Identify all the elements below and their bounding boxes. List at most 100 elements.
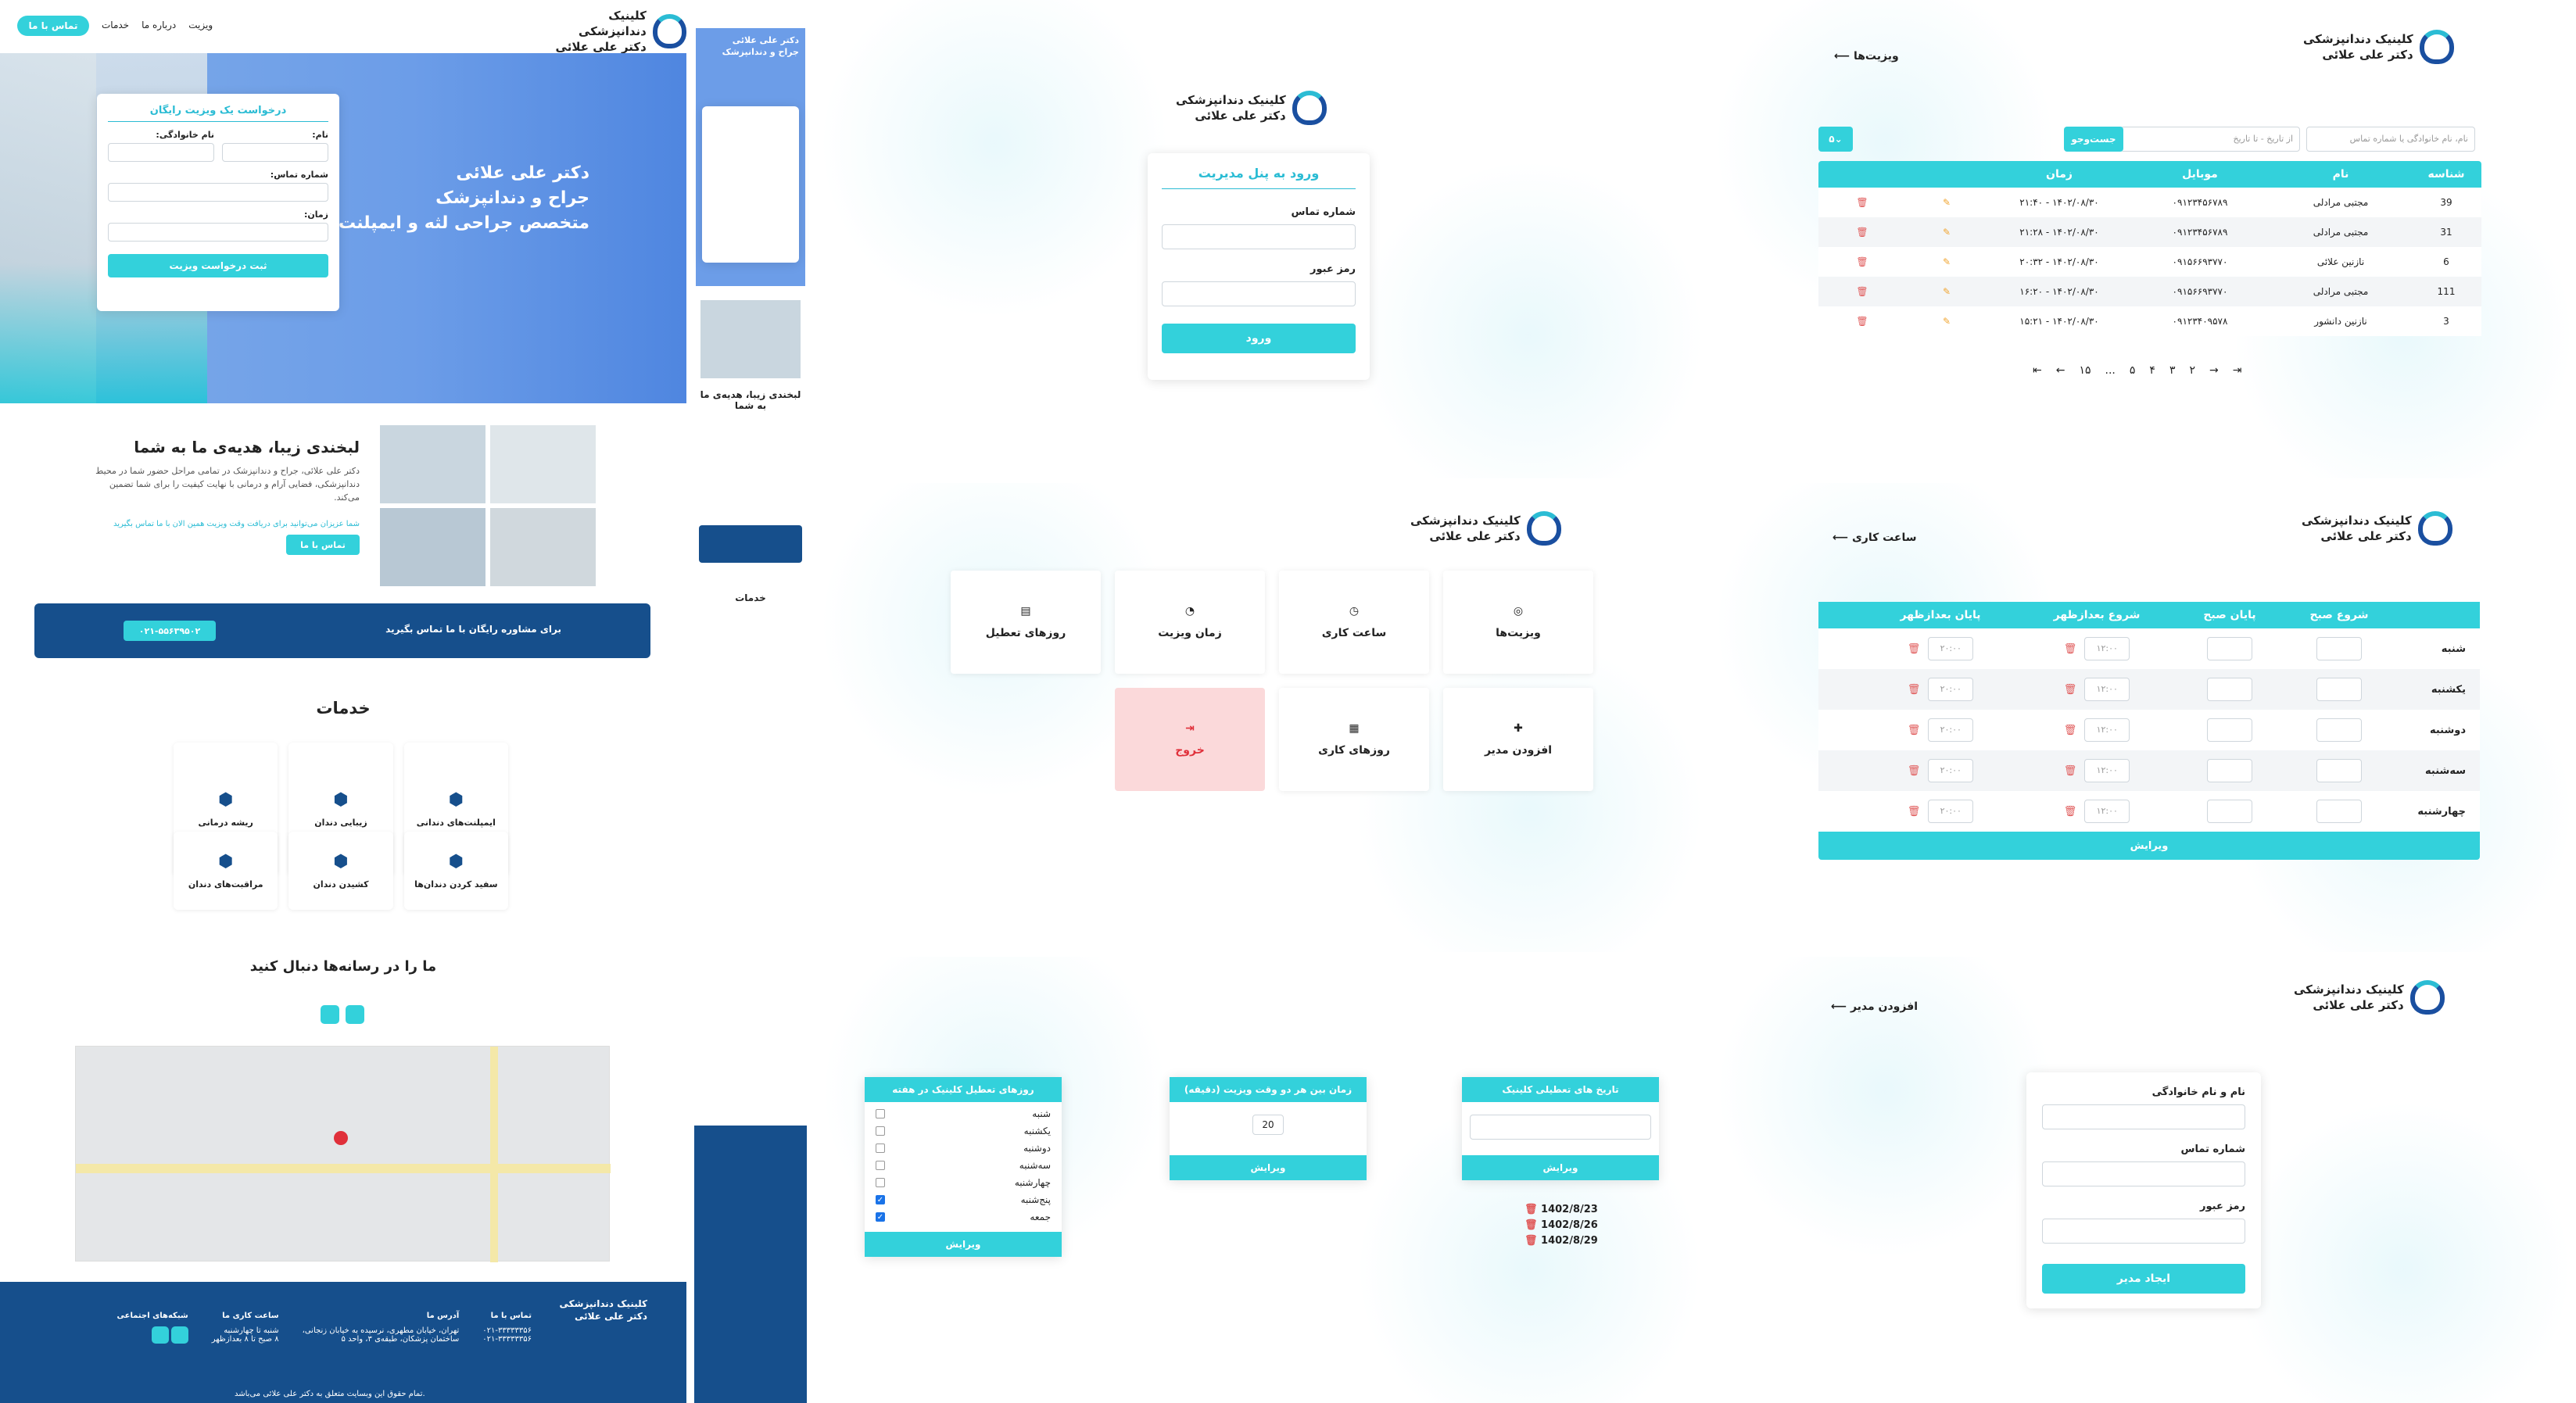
delete-icon[interactable]: 🗑 bbox=[1524, 1235, 1541, 1247]
time-input[interactable]: ۲۰:۰۰ bbox=[1928, 637, 1974, 660]
submit-visit-button[interactable]: ثبت درخواست ویزیت bbox=[108, 254, 328, 277]
back-link[interactable]: افزودن مدیر ⟵ bbox=[1831, 1000, 1918, 1013]
time-input[interactable] bbox=[2316, 637, 2362, 660]
page-link[interactable]: ۳ bbox=[2169, 364, 2176, 377]
weekday-option[interactable]: یکشنبه bbox=[876, 1122, 1051, 1140]
search-button[interactable]: جست‌وجو bbox=[2064, 127, 2123, 152]
checkbox[interactable] bbox=[876, 1178, 885, 1187]
delete-icon[interactable]: 🗑 bbox=[1908, 643, 1921, 655]
dashboard-tile[interactable]: ◷ ساعت کاری bbox=[1279, 571, 1429, 674]
checkbox[interactable] bbox=[876, 1126, 885, 1136]
whatsapp-icon[interactable] bbox=[321, 1005, 339, 1024]
time-input[interactable] bbox=[2207, 637, 2252, 660]
family-input[interactable] bbox=[108, 143, 214, 162]
dashboard-tile[interactable]: ▤ روزهای تعطیل bbox=[951, 571, 1101, 674]
password-input[interactable] bbox=[2042, 1219, 2245, 1244]
checkbox[interactable] bbox=[876, 1109, 885, 1118]
delete-icon[interactable]: 🗑 bbox=[1524, 1204, 1541, 1215]
phone-input[interactable] bbox=[1162, 224, 1356, 249]
delete-icon[interactable]: 🗑 bbox=[1908, 725, 1921, 736]
save-dates-button[interactable]: ویرایش bbox=[1462, 1155, 1659, 1180]
next-page-icon[interactable]: → bbox=[2209, 364, 2219, 377]
time-input[interactable] bbox=[2207, 800, 2252, 823]
time-input[interactable]: ۱۲:۰۰ bbox=[2084, 637, 2130, 660]
edit-icon[interactable]: ✎ bbox=[1904, 316, 1989, 327]
time-input[interactable] bbox=[2207, 678, 2252, 701]
last-page-icon[interactable]: ⇥ bbox=[2233, 364, 2242, 377]
dashboard-tile[interactable]: ✚ افزودن مدیر bbox=[1443, 688, 1593, 791]
delete-icon[interactable]: 🗑 bbox=[1820, 256, 1904, 267]
delete-icon[interactable]: 🗑 bbox=[1820, 286, 1904, 297]
instagram-icon[interactable] bbox=[346, 1005, 364, 1024]
login-button[interactable]: ورود bbox=[1162, 324, 1356, 353]
delete-icon[interactable]: 🗑 bbox=[2064, 806, 2077, 818]
dashboard-tile[interactable]: ◔ زمان ویزیت bbox=[1115, 571, 1265, 674]
service-card[interactable]: ⬢ کشیدن دندان bbox=[288, 832, 393, 910]
time-input[interactable]: ۲۰:۰۰ bbox=[1928, 678, 1974, 701]
consult-phone-button[interactable]: ۰۲۱-۵۵۶۳۹۵۰۲ bbox=[124, 621, 216, 641]
prev-page-icon[interactable]: ← bbox=[2056, 364, 2065, 377]
weekday-option[interactable]: سه‌شنبه bbox=[876, 1157, 1051, 1174]
time-input[interactable] bbox=[2316, 678, 2362, 701]
phone-input[interactable] bbox=[108, 183, 328, 202]
name-input[interactable] bbox=[222, 143, 328, 162]
location-map[interactable] bbox=[75, 1046, 611, 1262]
time-input[interactable] bbox=[108, 223, 328, 242]
time-input[interactable]: ۲۰:۰۰ bbox=[1928, 718, 1974, 742]
save-interval-button[interactable]: ویرایش bbox=[1170, 1155, 1367, 1180]
name-input[interactable] bbox=[2042, 1104, 2245, 1129]
first-page-icon[interactable]: ⇤ bbox=[2033, 364, 2042, 377]
delete-icon[interactable]: 🗑 bbox=[1820, 227, 1904, 238]
password-input[interactable] bbox=[1162, 281, 1356, 306]
delete-icon[interactable]: 🗑 bbox=[1820, 316, 1904, 327]
edit-icon[interactable]: ✎ bbox=[1904, 286, 1989, 297]
save-hours-button[interactable]: ویرایش bbox=[1818, 832, 2480, 860]
time-input[interactable] bbox=[2316, 718, 2362, 742]
checkbox[interactable] bbox=[876, 1144, 885, 1153]
time-input[interactable] bbox=[2207, 718, 2252, 742]
delete-icon[interactable]: 🗑 bbox=[2064, 725, 2077, 736]
checkbox[interactable]: ✓ bbox=[876, 1195, 885, 1204]
service-card[interactable]: ⬢ سفید کردن دندان‌ها bbox=[403, 832, 508, 910]
nav-item-services[interactable]: خدمات bbox=[102, 20, 129, 30]
per-page-select[interactable]: ۵ ⌄ bbox=[1818, 127, 1853, 152]
edit-icon[interactable]: ✎ bbox=[1904, 227, 1989, 238]
time-input[interactable]: ۱۲:۰۰ bbox=[2084, 759, 2130, 782]
edit-icon[interactable]: ✎ bbox=[1904, 256, 1989, 267]
time-input[interactable]: ۱۲:۰۰ bbox=[2084, 800, 2130, 823]
delete-icon[interactable]: 🗑 bbox=[1820, 197, 1904, 208]
time-input[interactable]: ۱۲:۰۰ bbox=[2084, 718, 2130, 742]
date-input[interactable] bbox=[1470, 1115, 1651, 1140]
delete-icon[interactable]: 🗑 bbox=[2064, 643, 2077, 655]
page-link[interactable]: ۵ bbox=[2130, 364, 2136, 377]
dashboard-tile[interactable]: ◎ ویزیت‌ها bbox=[1443, 571, 1593, 674]
time-input[interactable] bbox=[2207, 759, 2252, 782]
nav-item-visit[interactable]: ویزیت bbox=[188, 20, 213, 30]
nav-item-about[interactable]: درباره ما bbox=[142, 20, 176, 30]
weekday-option[interactable]: پنج‌شنبه ✓ bbox=[876, 1191, 1051, 1208]
page-link[interactable]: ۴ bbox=[2149, 364, 2155, 377]
delete-icon[interactable]: 🗑 bbox=[1524, 1219, 1541, 1231]
dashboard-tile[interactable]: ▦ روزهای کاری bbox=[1279, 688, 1429, 791]
phone-input[interactable] bbox=[2042, 1161, 2245, 1186]
call-button[interactable]: تماس با ما bbox=[286, 535, 360, 555]
time-input[interactable]: ۲۰:۰۰ bbox=[1928, 800, 1974, 823]
create-admin-button[interactable]: ایجاد مدیر bbox=[2042, 1264, 2245, 1294]
about-link[interactable]: شما عزیزان می‌توانید برای دریافت وقت ویز… bbox=[94, 520, 360, 528]
service-card[interactable]: ⬢ مراقبت‌های دندان bbox=[174, 832, 278, 910]
time-input[interactable]: ۲۰:۰۰ bbox=[1928, 759, 1974, 782]
page-link[interactable]: ۲ bbox=[2189, 364, 2195, 377]
search-input[interactable]: نام، نام خانوادگی یا شماره تماس bbox=[2306, 127, 2475, 152]
delete-icon[interactable]: 🗑 bbox=[2064, 765, 2077, 777]
time-input[interactable]: ۱۲:۰۰ bbox=[2084, 678, 2130, 701]
back-link[interactable]: ویزیت‌ها ⟵ bbox=[1834, 50, 1899, 63]
time-input[interactable] bbox=[2316, 800, 2362, 823]
back-link[interactable]: ساعت کاری ⟵ bbox=[1833, 531, 1917, 544]
save-weekdays-button[interactable]: ویرایش bbox=[865, 1232, 1062, 1257]
checkbox[interactable]: ✓ bbox=[876, 1212, 885, 1222]
whatsapp-icon[interactable] bbox=[151, 1326, 169, 1344]
interval-input[interactable]: 20 bbox=[1252, 1115, 1284, 1135]
weekday-option[interactable]: جمعه ✓ bbox=[876, 1208, 1051, 1226]
edit-icon[interactable]: ✎ bbox=[1904, 197, 1989, 208]
checkbox[interactable] bbox=[876, 1161, 885, 1170]
